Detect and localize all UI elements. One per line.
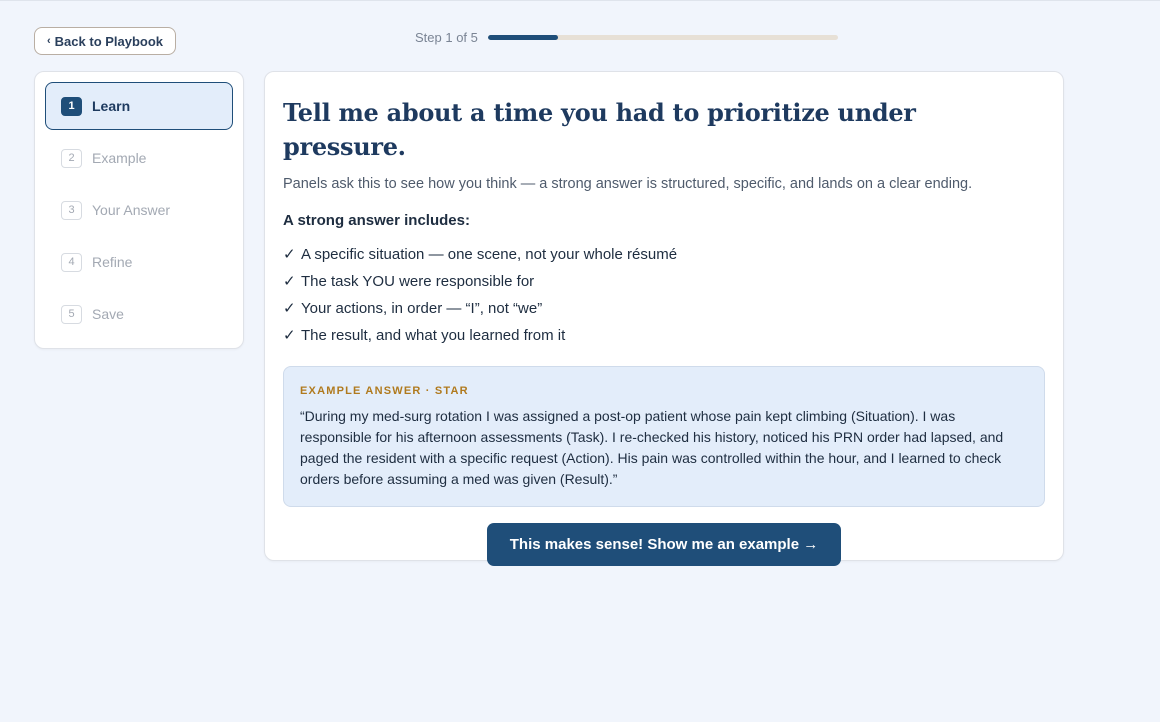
back-button-label: Back to Playbook — [54, 33, 164, 49]
checkmark-icon: ✓ — [283, 273, 296, 290]
checklist-item-text: The task YOU were responsible for — [301, 273, 535, 290]
sidebar-item-label: Example — [92, 150, 147, 166]
sidebar-item-label: Save — [92, 306, 124, 322]
sidebar-item-your-answer[interactable]: 3 Your Answer — [45, 186, 233, 234]
list-item: ✓ A specific situation — one scene, not y… — [283, 241, 1045, 268]
checkmark-icon: ✓ — [283, 246, 296, 263]
checklist-item-text: A specific situation — one scene, not yo… — [301, 246, 678, 263]
example-answer-box: EXAMPLE ANSWER · STAR “During my med-sur… — [283, 366, 1045, 507]
checkmark-icon: ✓ — [283, 327, 296, 344]
show-example-button[interactable]: This makes sense! Show me an example → — [486, 523, 842, 566]
checkmark-icon: ✓ — [283, 300, 296, 317]
progress-indicator: Step 1 of 5 — [415, 30, 838, 45]
top-divider — [0, 0, 1160, 1]
list-item: ✓ Your actions, in order — “I”, not “we” — [283, 295, 1045, 322]
example-label: EXAMPLE ANSWER · STAR — [300, 385, 469, 397]
strong-answer-checklist: ✓ A specific situation — one scene, not y… — [283, 241, 1045, 349]
question-title: Tell me about a time you had to prioriti… — [283, 98, 916, 161]
chevron-left-icon: ‹ — [47, 35, 51, 47]
question-subtitle: Panels ask this to see how you think — a… — [283, 176, 973, 192]
back-to-playbook-button[interactable]: ‹ Back to Playbook — [34, 27, 177, 55]
cta-container: This makes sense! Show me an example → — [283, 523, 1045, 566]
step-sidebar: 1 Learn 2 Example 3 Your Answer 4 Refine… — [34, 71, 244, 349]
sidebar-item-label: Your Answer — [92, 202, 171, 218]
step-number-badge: 3 — [61, 200, 82, 220]
checklist-item-text: The result, and what you learned from it — [301, 327, 566, 344]
progress-bar-fill — [487, 35, 558, 40]
sidebar-item-label: Learn — [92, 98, 131, 114]
sidebar-item-refine[interactable]: 4 Refine — [45, 238, 233, 286]
step-number-badge: 5 — [61, 304, 82, 324]
example-text: “During my med-surg rotation I was assig… — [300, 408, 1004, 487]
list-item: ✓ The task YOU were responsible for — [283, 268, 1045, 295]
step-number-badge: 1 — [61, 96, 82, 116]
lesson-card: Tell me about a time you had to prioriti… — [264, 71, 1064, 566]
sidebar-item-example[interactable]: 2 Example — [45, 134, 233, 182]
progress-bar — [487, 35, 838, 40]
step-counter: Step 1 of 5 — [415, 30, 478, 45]
list-item: ✓ The result, and what you learned from i… — [283, 322, 1045, 349]
sidebar-item-label: Refine — [92, 254, 133, 270]
step-number-badge: 4 — [61, 252, 82, 272]
sidebar-item-learn[interactable]: 1 Learn — [45, 82, 233, 130]
step-number-badge: 2 — [61, 148, 82, 168]
checklist-item-text: Your actions, in order — “I”, not “we” — [301, 300, 543, 317]
sidebar-item-save[interactable]: 5 Save — [45, 290, 233, 338]
includes-heading: A strong answer includes: — [283, 212, 470, 229]
